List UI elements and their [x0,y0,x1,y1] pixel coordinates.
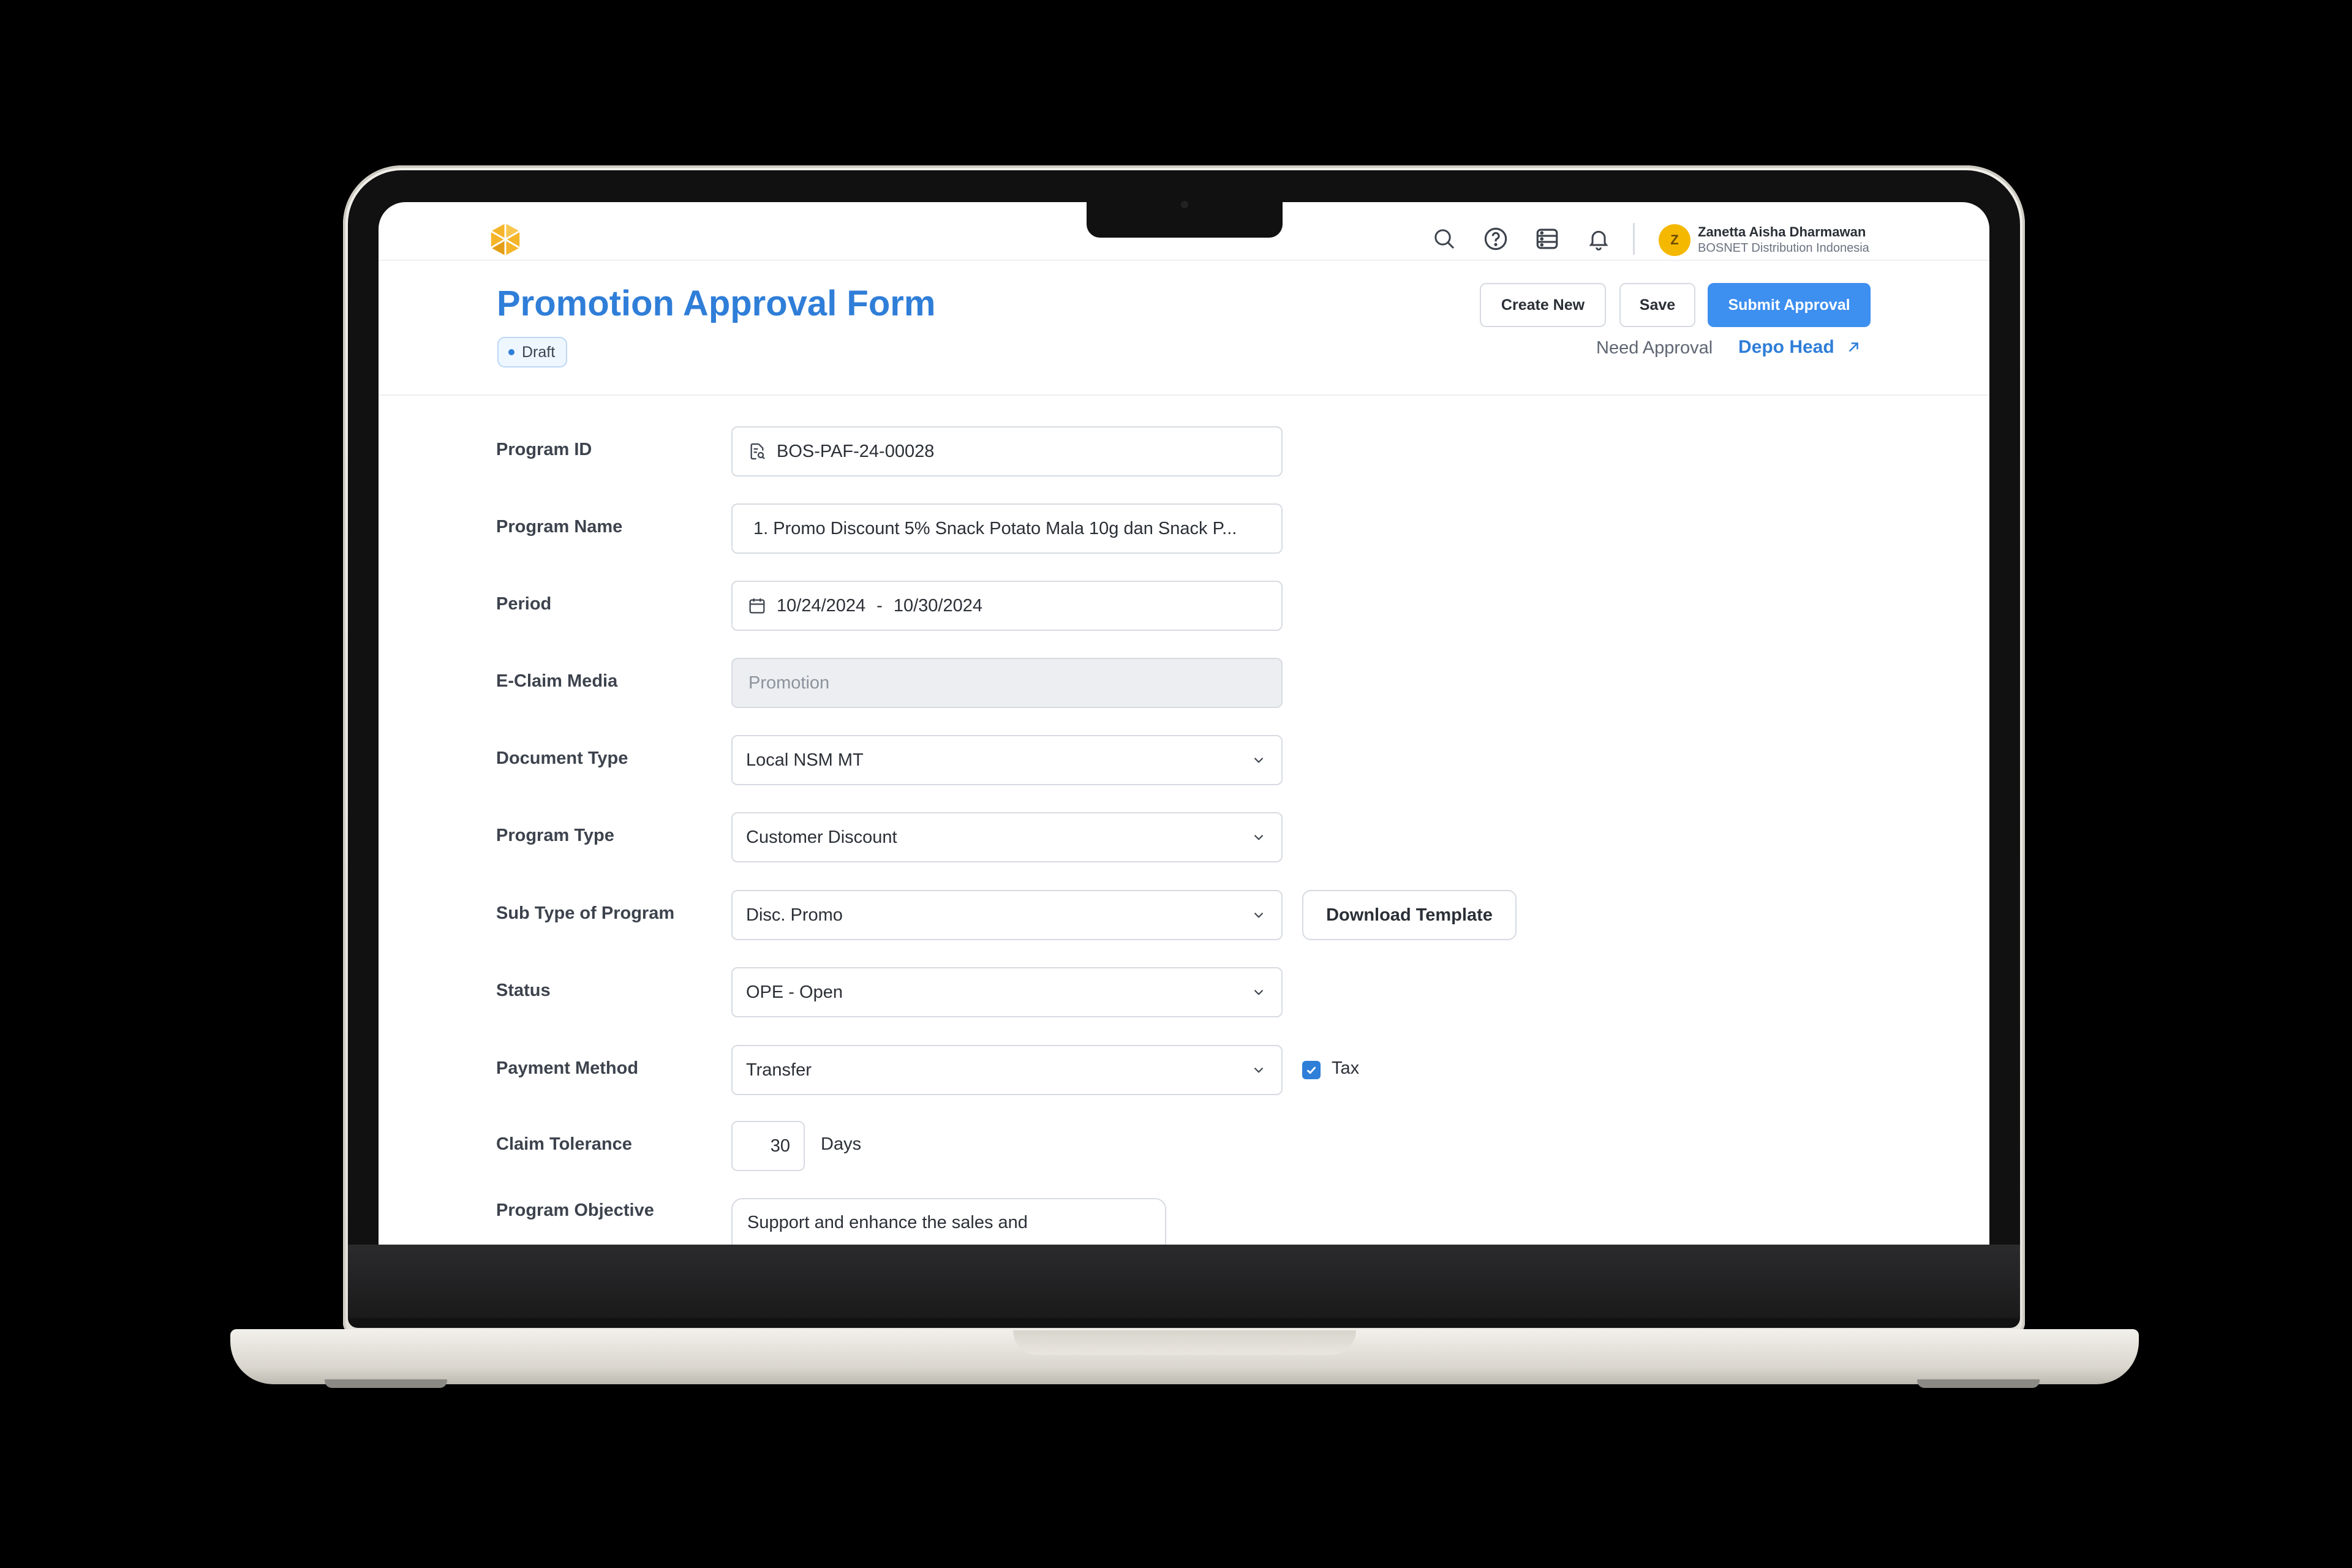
payment-method-label: Payment Method [496,1058,639,1078]
help-icon[interactable] [1481,224,1510,254]
program-id-field[interactable]: BOS-PAF-24-00028 [731,426,1283,477]
status-select[interactable]: OPE - Open [731,967,1283,1017]
chevron-down-icon [1250,828,1268,846]
program-type-select[interactable]: Customer Discount [731,812,1283,862]
laptop-bezel-bottom [348,1245,2020,1318]
program-type-label: Program Type [496,826,614,845]
user-organization: BOSNET Distribution Indonesia [1698,241,1869,255]
app-screen: Z Zanetta Aisha Dharmawan BOSNET Distrib… [379,202,1989,1245]
search-icon[interactable] [1430,224,1459,254]
chevron-down-icon [1250,1061,1268,1079]
status-badge: Draft [497,337,568,368]
period-start-date[interactable]: 10/24/2024 [777,596,865,616]
eclaim-media-label: E-Claim Media [496,671,618,691]
sub-type-label: Sub Type of Program [496,903,675,923]
program-objective-textarea[interactable]: Support and enhance the sales and [731,1198,1166,1245]
payment-method-value: Transfer [746,1060,812,1080]
document-type-label: Document Type [496,748,628,768]
status-dot-icon [508,349,514,355]
program-type-value: Customer Discount [746,827,897,847]
tax-checkbox[interactable] [1302,1061,1321,1079]
save-button[interactable]: Save [1619,283,1695,327]
chevron-down-icon [1250,751,1268,769]
claim-tolerance-label: Claim Tolerance [496,1134,632,1154]
storage-icon[interactable] [1532,224,1562,254]
topbar-divider [1633,223,1635,255]
document-type-select[interactable]: Local NSM MT [731,735,1283,785]
chevron-down-icon [1250,906,1268,924]
eclaim-media-placeholder: Promotion [748,673,830,693]
program-id-value: BOS-PAF-24-00028 [777,441,935,461]
claim-tolerance-input[interactable]: 30 [731,1121,805,1171]
avatar[interactable]: Z [1659,224,1691,256]
approver-link[interactable]: Depo Head [1738,337,1861,358]
program-objective-label: Program Objective [496,1200,654,1220]
submit-approval-button[interactable]: Submit Approval [1708,283,1871,327]
sub-type-select[interactable]: Disc. Promo [731,890,1283,940]
eclaim-media-field: Promotion [731,658,1283,708]
tax-checkbox-label[interactable]: Tax [1332,1058,1359,1079]
create-new-button[interactable]: Create New [1480,283,1606,327]
laptop-foot [1917,1379,2040,1388]
period-end-date[interactable]: 10/30/2024 [894,596,982,616]
program-name-value: 1. Promo Discount 5% Snack Potato Mala 1… [753,518,1237,538]
camera-icon [1181,201,1188,208]
approver-name: Depo Head [1738,337,1834,357]
laptop-foot [325,1379,447,1388]
status-badge-label: Draft [522,343,556,361]
bell-icon[interactable] [1584,224,1613,254]
program-name-label: Program Name [496,517,623,537]
chevron-down-icon [1250,983,1268,1001]
document-type-value: Local NSM MT [746,750,864,770]
checkmark-icon [1306,1066,1316,1074]
payment-method-select[interactable]: Transfer [731,1045,1283,1095]
download-template-button[interactable]: Download Template [1302,890,1517,940]
program-name-field[interactable]: 1. Promo Discount 5% Snack Potato Mala 1… [731,503,1283,554]
status-label: Status [496,981,551,1000]
header-divider [379,394,1989,396]
calendar-icon [746,595,768,617]
page-title: Promotion Approval Form [497,284,936,323]
document-search-icon [746,440,768,462]
period-date-range-field[interactable]: 10/24/2024 - 10/30/2024 [731,581,1283,631]
brand-logo-icon[interactable] [488,222,523,257]
external-link-arrow-icon [1849,342,1858,352]
period-separator: - [876,595,883,616]
status-value: OPE - Open [746,982,843,1002]
user-name: Zanetta Aisha Dharmawan [1698,224,1866,239]
claim-tolerance-unit: Days [821,1134,862,1154]
period-label: Period [496,594,552,614]
laptop-base-notch [1013,1330,1356,1355]
program-id-label: Program ID [496,440,592,459]
need-approval-label: Need Approval [1596,338,1713,358]
sub-type-value: Disc. Promo [746,905,843,925]
